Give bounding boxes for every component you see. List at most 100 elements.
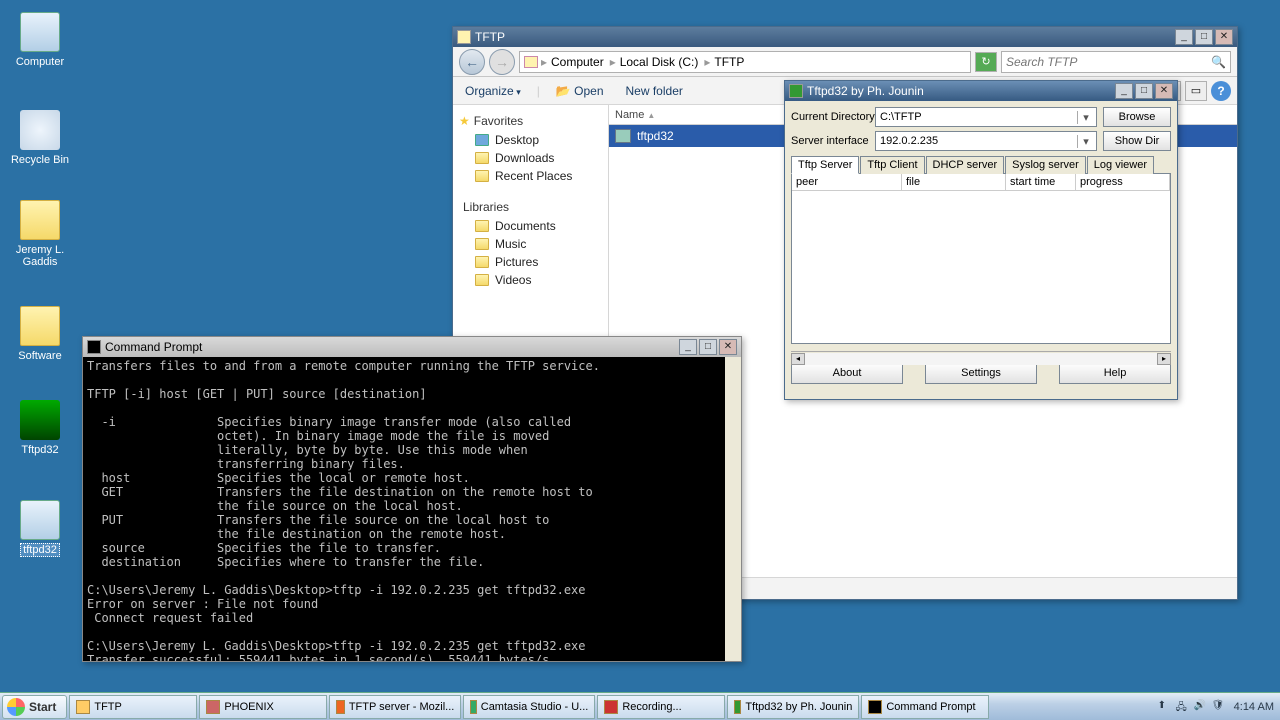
help-button[interactable]: Help (1059, 362, 1171, 384)
nav-videos[interactable]: Videos (457, 271, 604, 289)
system-tray[interactable]: ⬆ 🖧 🔊 🛡 4:14 AM (1152, 693, 1280, 720)
horizontal-scrollbar[interactable]: ◂ ▸ (791, 351, 1171, 365)
nav-pictures[interactable]: Pictures (457, 253, 604, 271)
close-button[interactable]: ✕ (1155, 83, 1173, 99)
address-bar[interactable]: ▸Computer ▸Local Disk (C:) ▸TFTP (519, 51, 971, 73)
desktop-recycle[interactable]: Recycle Bin (10, 110, 70, 166)
organize-button[interactable]: Organize (459, 82, 527, 100)
minimize-button[interactable]: _ (679, 339, 697, 355)
back-button[interactable]: ← (459, 49, 485, 75)
star-icon: ★ (459, 114, 470, 128)
recycle-icon (20, 110, 60, 150)
desktop-computer-label: Computer (16, 56, 64, 68)
desktop-user-folder[interactable]: Jeremy L. Gaddis (10, 200, 70, 268)
libraries-header[interactable]: Libraries (457, 197, 604, 217)
nav-recent[interactable]: Recent Places (457, 167, 604, 185)
minimize-button[interactable]: _ (1115, 83, 1133, 99)
app-icon (206, 700, 220, 714)
nav-downloads[interactable]: Downloads (457, 149, 604, 167)
preview-button[interactable]: ▭ (1185, 81, 1207, 101)
tftpd32-titlebar[interactable]: Tftpd32 by Ph. Jounin _ □ ✕ (785, 81, 1177, 101)
cur-dir-label: Current Directory (791, 111, 875, 123)
shield-icon[interactable]: 🛡 (1212, 700, 1226, 714)
maximize-button[interactable]: □ (699, 339, 717, 355)
task-recording[interactable]: Recording... (597, 695, 725, 719)
desktop-software-label: Software (18, 350, 61, 362)
start-button[interactable]: Start (2, 695, 67, 719)
cmd-titlebar[interactable]: Command Prompt _ □ ✕ (83, 337, 741, 357)
app-icon (20, 500, 60, 540)
srv-if-label: Server interface (791, 135, 875, 147)
volume-icon[interactable]: 🔊 (1194, 700, 1208, 714)
minimize-button[interactable]: _ (1175, 29, 1193, 45)
breadcrumb-folder[interactable]: TFTP (711, 55, 747, 69)
start-orb-icon (7, 698, 25, 716)
tab-tftp-server[interactable]: Tftp Server (791, 156, 859, 174)
tftpd32-window[interactable]: Tftpd32 by Ph. Jounin _ □ ✕ Current Dire… (784, 80, 1178, 400)
task-firefox[interactable]: TFTP server - Mozil... (329, 695, 461, 719)
explorer-title: TFTP (475, 30, 505, 44)
about-button[interactable]: About (791, 362, 903, 384)
firefox-icon (336, 700, 344, 714)
cur-dir-combo[interactable]: C:\TFTP (875, 107, 1097, 127)
nav-row: ← → ▸Computer ▸Local Disk (C:) ▸TFTP ↻ 🔍 (453, 47, 1237, 77)
command-prompt-window[interactable]: Command Prompt _ □ ✕ Transfers files to … (82, 336, 742, 662)
breadcrumb-drive[interactable]: Local Disk (C:) (617, 55, 702, 69)
settings-button[interactable]: Settings (925, 362, 1037, 384)
tftpd-icon (789, 84, 803, 98)
maximize-button[interactable]: □ (1195, 29, 1213, 45)
nav-desktop[interactable]: Desktop (457, 131, 604, 149)
search-input[interactable] (1006, 55, 1211, 69)
explorer-titlebar[interactable]: TFTP _ □ ✕ (453, 27, 1237, 47)
help-button[interactable]: ? (1211, 81, 1231, 101)
browse-button[interactable]: Browse (1103, 107, 1171, 127)
desktop-computer[interactable]: Computer (10, 12, 70, 68)
tab-tftp-client[interactable]: Tftp Client (860, 156, 924, 174)
record-icon (604, 700, 618, 714)
search-icon: 🔍 (1211, 55, 1226, 69)
desktop-tftpd-shortcut[interactable]: Tftpd32 (10, 400, 70, 456)
scroll-left-button[interactable]: ◂ (791, 353, 805, 365)
new-folder-button[interactable]: New folder (620, 82, 689, 100)
tftpd-icon (734, 700, 741, 714)
folder-icon (20, 200, 60, 240)
search-box[interactable]: 🔍 (1001, 51, 1231, 73)
close-button[interactable]: ✕ (719, 339, 737, 355)
taskbar: Start TFTP PHOENIX TFTP server - Mozil..… (0, 692, 1280, 720)
computer-icon (20, 12, 60, 52)
network-icon[interactable]: 🖧 (1176, 700, 1190, 714)
task-tftpd32[interactable]: Tftpd32 by Ph. Jounin (727, 695, 859, 719)
tabs: Tftp Server Tftp Client DHCP server Sysl… (791, 155, 1171, 174)
maximize-button[interactable]: □ (1135, 83, 1153, 99)
desktop-user-label: Jeremy L. Gaddis (16, 244, 64, 268)
desktop-tftpd-exe[interactable]: tftpd32 (10, 500, 70, 556)
forward-button[interactable]: → (489, 49, 515, 75)
task-phoenix[interactable]: PHOENIX (199, 695, 327, 719)
refresh-button[interactable]: ↻ (975, 52, 997, 72)
folder-icon (457, 30, 471, 44)
task-cmd[interactable]: Command Prompt (861, 695, 989, 719)
tab-dhcp-server[interactable]: DHCP server (926, 156, 1005, 174)
desktop-recycle-label: Recycle Bin (11, 154, 69, 166)
clock[interactable]: 4:14 AM (1234, 701, 1274, 713)
show-dir-button[interactable]: Show Dir (1103, 131, 1171, 151)
scroll-right-button[interactable]: ▸ (1157, 353, 1171, 365)
task-camtasia[interactable]: Camtasia Studio - U... (463, 695, 595, 719)
task-tftp[interactable]: TFTP (69, 695, 197, 719)
app-icon (615, 129, 631, 143)
nav-documents[interactable]: Documents (457, 217, 604, 235)
srv-if-combo[interactable]: 192.0.2.235 (875, 131, 1097, 151)
tab-log-viewer[interactable]: Log viewer (1087, 156, 1154, 174)
list-header[interactable]: peer file start time progress (792, 174, 1170, 191)
open-button[interactable]: 📂 Open (550, 82, 610, 100)
cmd-output[interactable]: Transfers files to and from a remote com… (83, 357, 741, 661)
breadcrumb-computer[interactable]: Computer (548, 55, 607, 69)
tab-syslog-server[interactable]: Syslog server (1005, 156, 1086, 174)
folder-icon (20, 306, 60, 346)
favorites-header[interactable]: ★Favorites (457, 111, 604, 131)
nav-music[interactable]: Music (457, 235, 604, 253)
close-button[interactable]: ✕ (1215, 29, 1233, 45)
tftpd32-title: Tftpd32 by Ph. Jounin (807, 84, 924, 98)
tray-icon[interactable]: ⬆ (1158, 700, 1172, 714)
desktop-software[interactable]: Software (10, 306, 70, 362)
